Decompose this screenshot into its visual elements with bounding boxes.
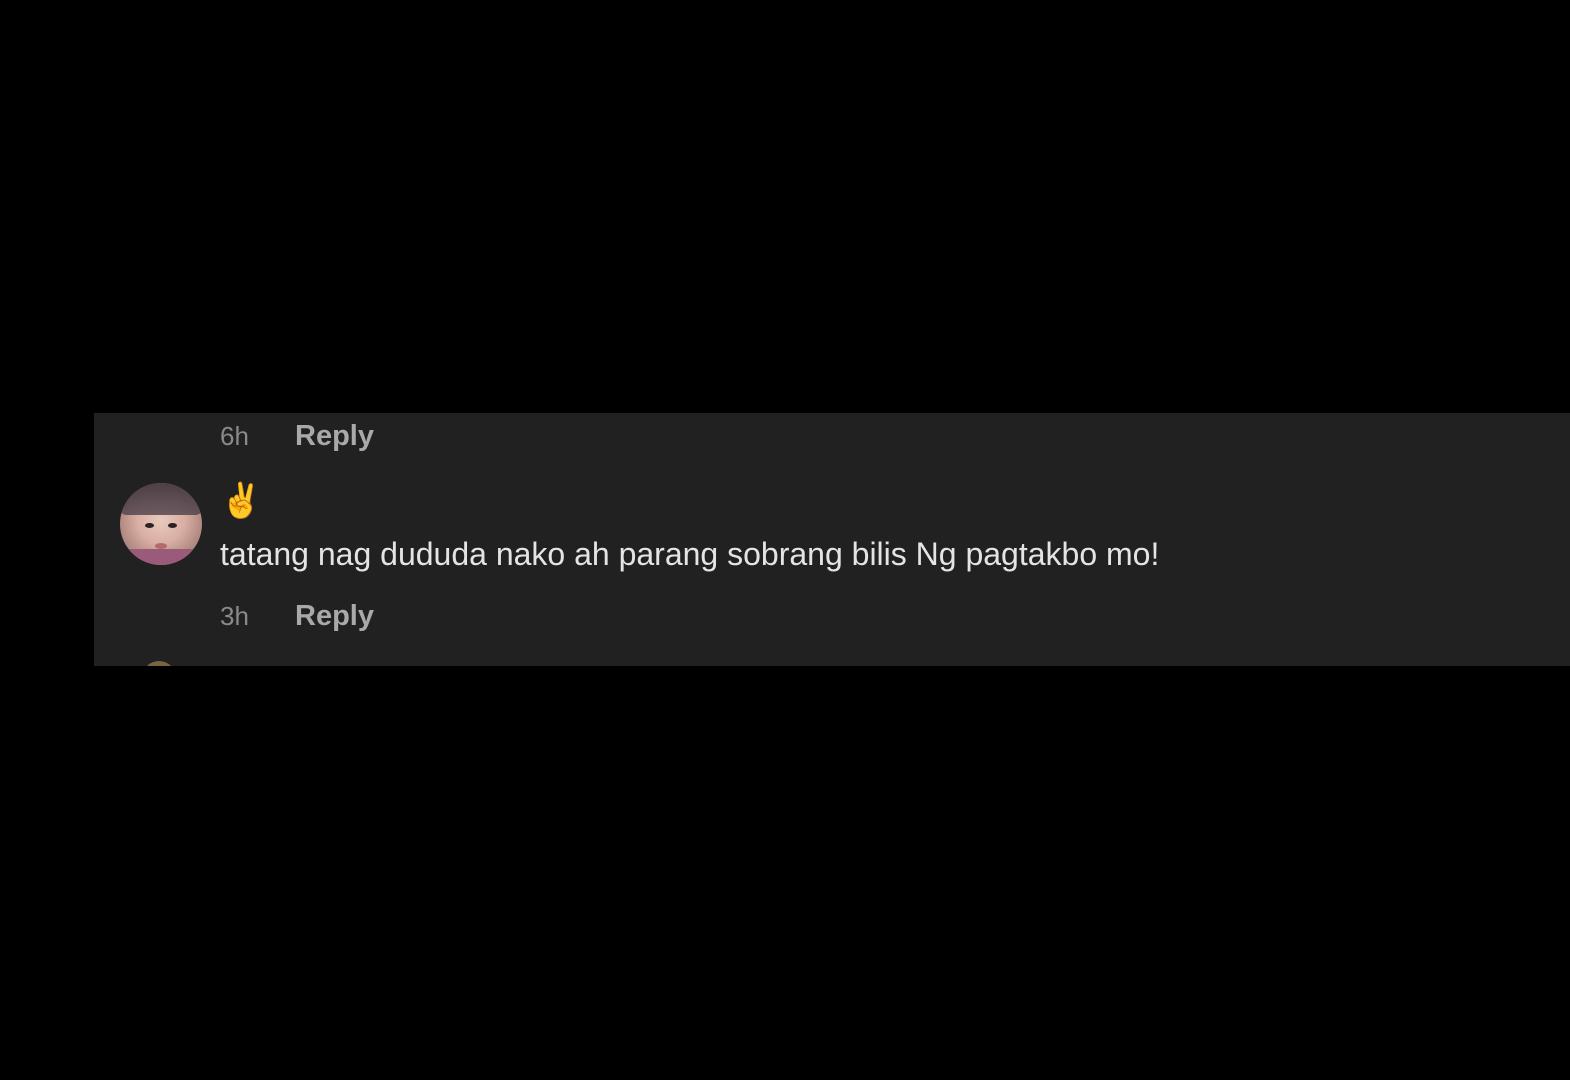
current-comment-timestamp: 3h xyxy=(220,600,249,631)
victory-hand-emoji: ✌️ xyxy=(220,482,263,520)
next-commenter-avatar[interactable] xyxy=(142,661,176,666)
comment-text: tatang nag dududa nako ah parang sobrang… xyxy=(220,536,1160,572)
commenter-avatar[interactable] xyxy=(120,483,202,565)
current-comment-reply-button[interactable]: Reply xyxy=(295,600,374,633)
current-comment-meta: 3h Reply xyxy=(220,598,374,634)
previous-comment-timestamp: 6h xyxy=(220,420,249,451)
previous-comment-meta: 6h Reply xyxy=(220,418,374,454)
previous-comment-reply-button[interactable]: Reply xyxy=(295,420,374,453)
comments-panel: 6h Reply ✌️ tatang nag dududa nako ah pa… xyxy=(94,413,1570,666)
avatar-shirt xyxy=(120,549,202,565)
avatar-right-eye xyxy=(168,523,177,528)
avatar-left-eye xyxy=(145,523,154,528)
avatar-hair xyxy=(120,483,202,515)
